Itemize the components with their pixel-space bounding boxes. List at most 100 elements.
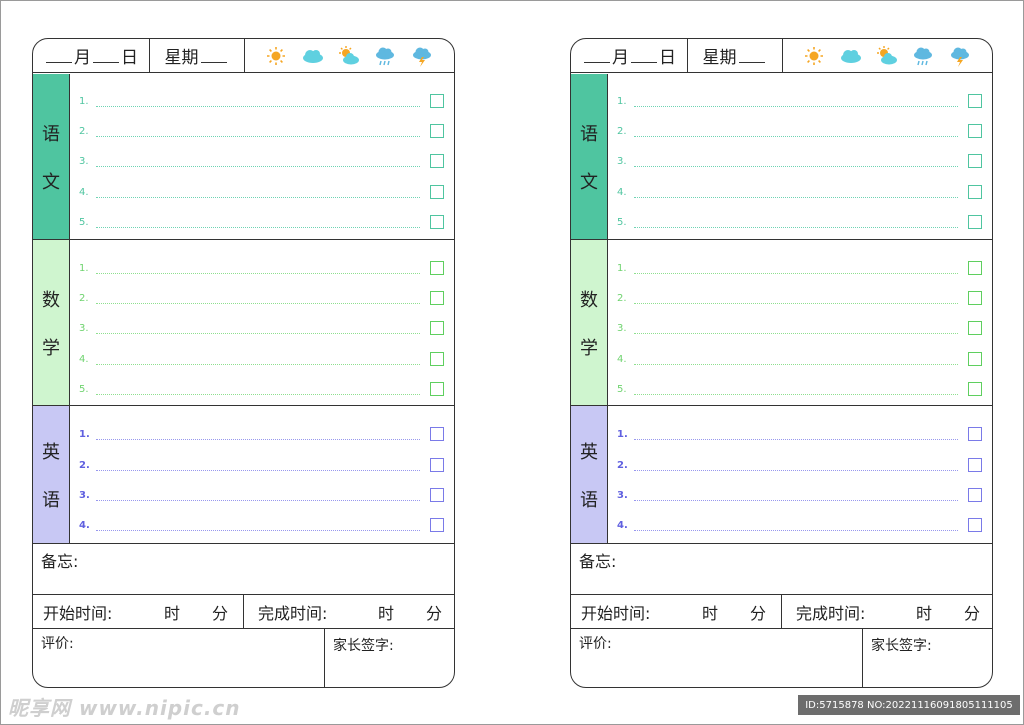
task-checkbox[interactable]: [968, 94, 982, 108]
task-checkbox[interactable]: [968, 154, 982, 168]
task-checkbox[interactable]: [430, 488, 444, 502]
sun-cloud-icon[interactable]: [875, 45, 899, 67]
memo-box[interactable]: 备忘:: [33, 544, 454, 595]
task-checkbox[interactable]: [968, 458, 982, 472]
task-checkbox[interactable]: [430, 458, 444, 472]
task-checkbox[interactable]: [968, 261, 982, 275]
task-line[interactable]: [96, 166, 420, 167]
task-checkbox[interactable]: [430, 518, 444, 532]
task-row: 3.: [617, 488, 982, 508]
task-row: 1.: [79, 94, 444, 114]
task-checkbox[interactable]: [968, 518, 982, 532]
evaluation-label: 评价:: [41, 636, 74, 652]
task-line[interactable]: [634, 136, 958, 137]
task-line[interactable]: [96, 333, 420, 334]
subject-char: 英: [580, 441, 598, 463]
thunderstorm-icon[interactable]: [410, 45, 434, 67]
minute-label: 分: [426, 603, 443, 623]
task-row: 4.: [617, 185, 982, 205]
task-checkbox[interactable]: [968, 321, 982, 335]
task-checkbox[interactable]: [968, 291, 982, 305]
task-line[interactable]: [96, 197, 420, 198]
parent-signature-box[interactable]: 家长签字:: [862, 629, 992, 687]
memo-label: 备忘:: [579, 552, 617, 571]
task-checkbox[interactable]: [968, 427, 982, 441]
weekday-blank[interactable]: [200, 48, 227, 63]
task-line[interactable]: [96, 136, 420, 137]
task-number: 1.: [79, 263, 89, 274]
task-line[interactable]: [96, 364, 420, 365]
sun-cloud-icon[interactable]: [337, 45, 361, 67]
day-blank[interactable]: [631, 48, 657, 63]
task-checkbox[interactable]: [430, 352, 444, 366]
task-checkbox[interactable]: [430, 261, 444, 275]
weekday-blank[interactable]: [738, 48, 765, 63]
task-line[interactable]: [96, 303, 420, 304]
sun-icon[interactable]: [802, 45, 826, 67]
task-number: 1.: [617, 429, 628, 440]
task-checkbox[interactable]: [430, 321, 444, 335]
task-line[interactable]: [634, 333, 958, 334]
end-time-field[interactable]: 完成时间: 时 分: [244, 595, 454, 628]
section-english: 英 语 1. 2. 3. 4.: [33, 406, 454, 544]
task-line[interactable]: [634, 530, 958, 531]
task-checkbox[interactable]: [430, 94, 444, 108]
subject-char: 文: [42, 171, 60, 193]
day-blank[interactable]: [93, 48, 119, 63]
end-time-field[interactable]: 完成时间: 时 分: [782, 595, 992, 628]
task-line[interactable]: [634, 439, 958, 440]
start-time-field[interactable]: 开始时间: 时 分: [33, 595, 244, 628]
cloud-icon[interactable]: [301, 45, 325, 67]
month-blank[interactable]: [46, 48, 72, 63]
task-line[interactable]: [96, 530, 420, 531]
task-line[interactable]: [634, 500, 958, 501]
task-line[interactable]: [634, 273, 958, 274]
parent-signature-box[interactable]: 家长签字:: [324, 629, 454, 687]
thunderstorm-icon[interactable]: [948, 45, 972, 67]
task-line[interactable]: [96, 227, 420, 228]
task-checkbox[interactable]: [968, 488, 982, 502]
task-checkbox[interactable]: [430, 185, 444, 199]
task-checkbox[interactable]: [968, 352, 982, 366]
task-line[interactable]: [96, 439, 420, 440]
task-line[interactable]: [634, 394, 958, 395]
task-number: 2.: [617, 293, 627, 304]
task-line[interactable]: [634, 303, 958, 304]
task-line[interactable]: [634, 106, 958, 107]
task-line[interactable]: [96, 394, 420, 395]
task-checkbox[interactable]: [430, 124, 444, 138]
task-checkbox[interactable]: [430, 427, 444, 441]
memo-box[interactable]: 备忘:: [571, 544, 992, 595]
task-checkbox[interactable]: [968, 124, 982, 138]
task-line[interactable]: [96, 470, 420, 471]
task-line[interactable]: [634, 197, 958, 198]
month-label: 月: [612, 48, 629, 68]
task-row: 5.: [79, 215, 444, 235]
sun-icon[interactable]: [264, 45, 288, 67]
month-blank[interactable]: [584, 48, 610, 63]
task-row: 4.: [79, 352, 444, 372]
task-checkbox[interactable]: [430, 382, 444, 396]
subject-char: 语: [42, 123, 60, 145]
cloud-icon[interactable]: [839, 45, 863, 67]
task-checkbox[interactable]: [968, 382, 982, 396]
rain-icon[interactable]: [911, 45, 935, 67]
task-number: 3.: [79, 156, 89, 167]
task-line[interactable]: [96, 500, 420, 501]
rain-icon[interactable]: [373, 45, 397, 67]
task-line[interactable]: [634, 470, 958, 471]
task-checkbox[interactable]: [430, 291, 444, 305]
start-time-field[interactable]: 开始时间: 时 分: [571, 595, 782, 628]
task-checkbox[interactable]: [968, 215, 982, 229]
task-line[interactable]: [634, 166, 958, 167]
task-line[interactable]: [634, 227, 958, 228]
task-line[interactable]: [96, 273, 420, 274]
task-line[interactable]: [96, 106, 420, 107]
task-number: 4.: [617, 520, 628, 531]
date-field: 月 日: [571, 39, 688, 72]
task-checkbox[interactable]: [968, 185, 982, 199]
task-checkbox[interactable]: [430, 154, 444, 168]
task-checkbox[interactable]: [430, 215, 444, 229]
task-row: 3.: [79, 321, 444, 341]
task-line[interactable]: [634, 364, 958, 365]
